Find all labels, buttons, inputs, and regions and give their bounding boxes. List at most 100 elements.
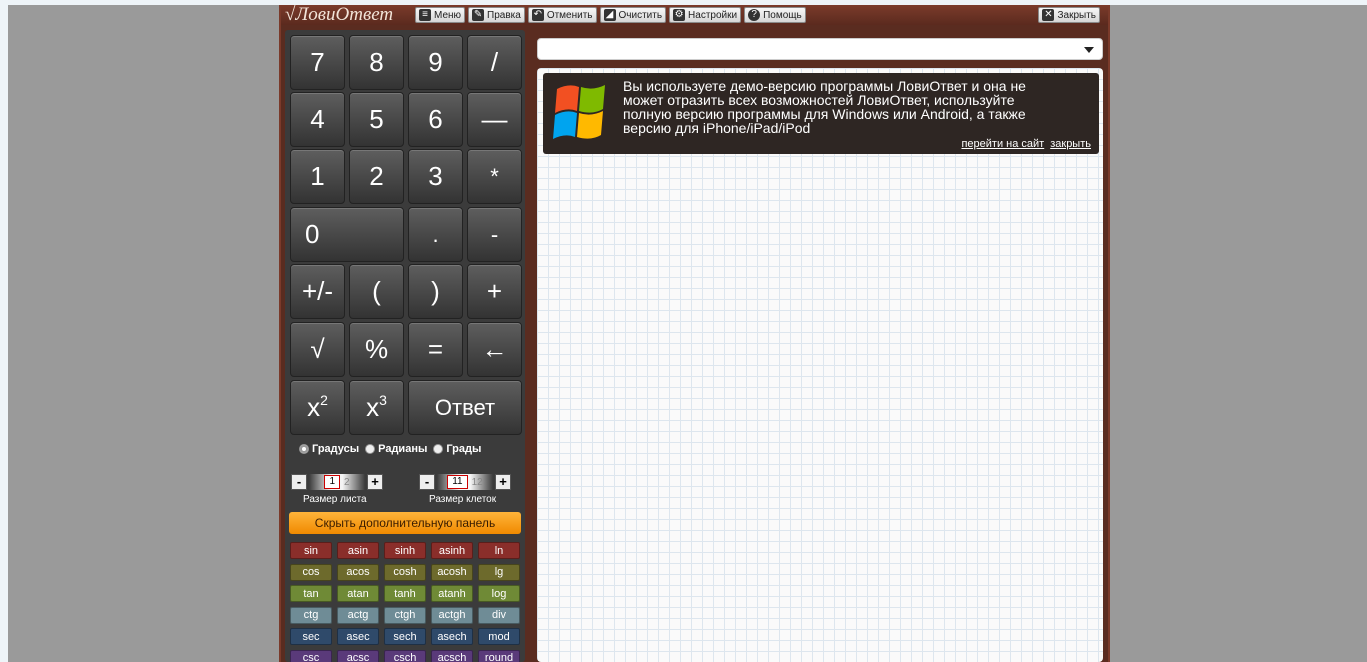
- key-2[interactable]: 2: [349, 149, 404, 204]
- answer-button[interactable]: Ответ: [408, 380, 522, 435]
- key-divide[interactable]: /: [467, 35, 522, 90]
- close-promo-link[interactable]: закрыть: [1050, 138, 1091, 150]
- function-button-acsch[interactable]: acsch: [431, 649, 473, 662]
- key-dash[interactable]: —: [467, 92, 522, 147]
- key-9[interactable]: 9: [408, 35, 463, 90]
- key-cube-base: x: [366, 392, 380, 422]
- clear-button[interactable]: ◢ Очистить: [599, 7, 667, 23]
- pencil-icon: ✎: [472, 9, 485, 21]
- key-square-base: x: [307, 392, 321, 422]
- function-button-sec[interactable]: sec: [290, 628, 332, 645]
- grid-sheet[interactable]: [537, 68, 1103, 662]
- key-square[interactable]: x2: [290, 380, 345, 435]
- undo-button[interactable]: ↶ Отменить: [527, 7, 597, 23]
- key-dot[interactable]: .: [408, 207, 463, 262]
- function-button-log[interactable]: log: [478, 585, 520, 602]
- function-button-asinh[interactable]: asinh: [431, 542, 473, 559]
- key-8[interactable]: 8: [349, 35, 404, 90]
- function-button-round[interactable]: round: [478, 649, 520, 662]
- page-left-edge: [0, 0, 8, 662]
- visit-site-link[interactable]: перейти на сайт: [961, 138, 1044, 150]
- key-7[interactable]: 7: [290, 35, 345, 90]
- key-equals[interactable]: =: [408, 322, 463, 377]
- function-button-ctgh[interactable]: ctgh: [384, 606, 426, 624]
- cell-size-stepper: - 11 12 +: [419, 474, 511, 490]
- function-button-csc[interactable]: csc: [290, 649, 332, 662]
- function-button-asech[interactable]: asech: [431, 628, 473, 645]
- function-button-atan[interactable]: atan: [337, 585, 379, 602]
- settings-button[interactable]: ⚙ Настройки: [669, 7, 742, 23]
- function-button-csch[interactable]: csch: [384, 649, 426, 662]
- function-button-sinh[interactable]: sinh: [384, 542, 426, 559]
- undo-icon: ↶: [531, 9, 544, 21]
- function-button-cosh[interactable]: cosh: [384, 563, 426, 581]
- function-button-acosh[interactable]: acosh: [431, 563, 473, 581]
- clear-label: Очистить: [618, 9, 663, 21]
- cell-size-increase-button[interactable]: +: [495, 474, 511, 490]
- key-1[interactable]: 1: [290, 149, 345, 204]
- key-square-exponent: 2: [320, 391, 328, 408]
- function-button-actg[interactable]: actg: [337, 606, 379, 624]
- edit-button[interactable]: ✎ Правка: [468, 7, 525, 23]
- sheet-size-decrease-button[interactable]: -: [291, 474, 307, 490]
- key-0[interactable]: 0: [290, 207, 404, 262]
- key-backspace[interactable]: ←: [467, 322, 522, 377]
- key-close-paren[interactable]: ): [408, 264, 463, 319]
- key-open-paren[interactable]: (: [349, 264, 404, 319]
- function-button-ln[interactable]: ln: [478, 542, 520, 559]
- angle-grads-label: Грады: [446, 443, 482, 455]
- function-button-tan[interactable]: tan: [290, 585, 332, 602]
- function-button-tanh[interactable]: tanh: [384, 585, 426, 602]
- function-button-asin[interactable]: asin: [337, 542, 379, 559]
- function-button-asec[interactable]: asec: [337, 628, 379, 645]
- angle-degrees[interactable]: Градусы: [299, 443, 359, 455]
- angle-units: Градусы Радианы Грады: [299, 443, 519, 455]
- function-button-acos[interactable]: acos: [337, 563, 379, 581]
- key-minus[interactable]: -: [467, 207, 522, 262]
- angle-degrees-label: Градусы: [312, 443, 360, 455]
- key-percent[interactable]: %: [349, 322, 404, 377]
- cell-size-label: Размер клеток: [429, 494, 497, 505]
- key-cube[interactable]: x3: [349, 380, 404, 435]
- sheet-size-label: Размер листа: [303, 494, 367, 505]
- app-logo: √ЛовиОтвет: [285, 5, 394, 25]
- key-3[interactable]: 3: [408, 149, 463, 204]
- eraser-icon: ◢: [603, 9, 616, 21]
- sheet-size-track[interactable]: 1 2: [309, 474, 365, 490]
- angle-radians-label: Радианы: [378, 443, 428, 455]
- sheet-size-increase-button[interactable]: +: [367, 474, 383, 490]
- function-button-mod[interactable]: mod: [478, 628, 520, 645]
- key-multiply[interactable]: *: [467, 149, 522, 204]
- help-button[interactable]: ? Помощь: [744, 7, 806, 23]
- function-button-cos[interactable]: cos: [290, 563, 332, 581]
- windows-logo-icon: [553, 85, 605, 139]
- key-cube-exponent: 3: [379, 391, 387, 408]
- menu-button[interactable]: ≡ Меню: [415, 7, 466, 23]
- key-plus[interactable]: +: [467, 264, 522, 319]
- cell-size-value: 11: [447, 475, 468, 489]
- function-button-lg[interactable]: lg: [478, 563, 520, 581]
- settings-label: Настройки: [688, 9, 738, 21]
- key-4[interactable]: 4: [290, 92, 345, 147]
- function-button-sech[interactable]: sech: [384, 628, 426, 645]
- cell-size-decrease-button[interactable]: -: [419, 474, 435, 490]
- menu-label: Меню: [434, 9, 462, 21]
- gear-icon: ⚙: [673, 9, 686, 21]
- function-button-div[interactable]: div: [478, 606, 520, 624]
- function-button-acsc[interactable]: acsc: [337, 649, 379, 662]
- function-button-sin[interactable]: sin: [290, 542, 332, 559]
- key-plus-minus[interactable]: +/-: [290, 264, 345, 319]
- key-5[interactable]: 5: [349, 92, 404, 147]
- cell-size-track[interactable]: 11 12: [437, 474, 493, 490]
- close-button[interactable]: ✕ Закрыть: [1038, 7, 1100, 23]
- key-6[interactable]: 6: [408, 92, 463, 147]
- toggle-extra-panel-button[interactable]: Скрыть дополнительную панель: [289, 512, 521, 534]
- expression-dropdown[interactable]: [537, 38, 1103, 60]
- function-button-atanh[interactable]: atanh: [431, 585, 473, 602]
- angle-grads[interactable]: Грады: [433, 443, 481, 455]
- function-button-ctg[interactable]: ctg: [290, 606, 332, 624]
- function-button-actgh[interactable]: actgh: [431, 606, 473, 624]
- angle-radians[interactable]: Радианы: [365, 443, 427, 455]
- key-sqrt[interactable]: √: [290, 322, 345, 377]
- promo-links: перейти на сайт закрыть: [961, 138, 1091, 150]
